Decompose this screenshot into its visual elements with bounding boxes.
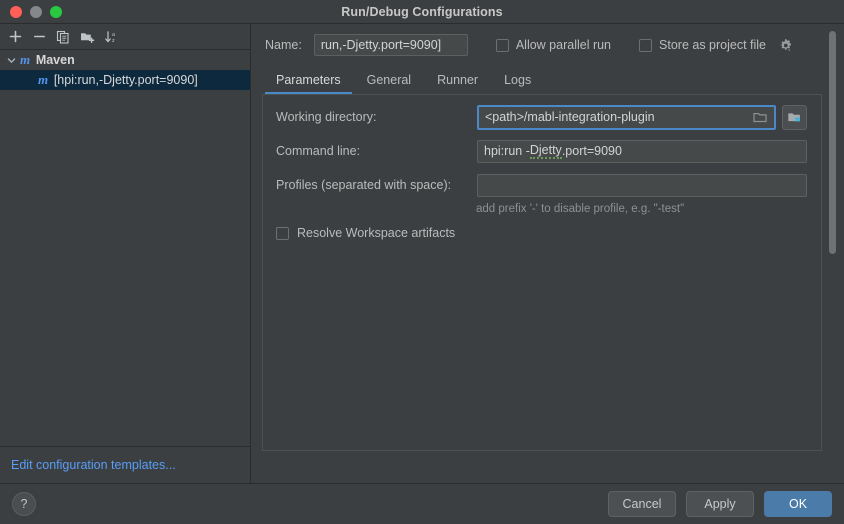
edit-configuration-templates-link[interactable]: Edit configuration templates... — [11, 458, 176, 472]
title-bar: Run/Debug Configurations — [0, 0, 844, 24]
name-label: Name: — [265, 38, 302, 52]
profiles-row: Profiles (separated with space): — [263, 168, 821, 202]
working-directory-row: Working directory: <path>/mabl-integrati… — [263, 100, 821, 134]
command-line-row: Command line: hpi:run - Djetty .port=9090 — [263, 134, 821, 168]
profiles-hint: add prefix '-' to disable profile, e.g. … — [476, 203, 685, 215]
store-as-project-file-row[interactable]: Store as project file — [639, 38, 792, 52]
configurations-toolbar: a z — [0, 24, 250, 50]
module-folder-icon — [788, 112, 800, 121]
configuration-editor-panel: Name: Allow parallel run Store as projec… — [251, 24, 844, 483]
tree-group-maven[interactable]: m Maven — [0, 50, 250, 70]
window-title: Run/Debug Configurations — [341, 4, 503, 19]
allow-parallel-run-row[interactable]: Allow parallel run — [495, 38, 612, 52]
new-folder-icon — [80, 32, 94, 43]
maven-icon: m — [20, 52, 30, 67]
command-line-value-prefix: hpi:run - — [484, 144, 530, 158]
tab-parameters[interactable]: Parameters — [263, 73, 354, 94]
copy-icon — [56, 30, 69, 44]
cancel-button[interactable]: Cancel — [608, 491, 676, 517]
working-directory-label: Working directory: — [276, 110, 377, 124]
command-line-field-wrap: hpi:run - Djetty .port=9090 — [477, 139, 807, 163]
tab-runner[interactable]: Runner — [424, 73, 491, 94]
store-as-project-file-label: Store as project file — [659, 38, 767, 52]
store-as-project-file-checkbox[interactable] — [639, 38, 653, 52]
command-line-value-suffix: .port=9090 — [561, 144, 622, 158]
sort-alphabetical-icon: a z — [104, 30, 115, 44]
dialog-footer: ? Cancel Apply OK — [0, 483, 844, 524]
working-directory-browse-button[interactable] — [747, 111, 768, 124]
working-directory-input[interactable]: <path>/mabl-integration-plugin — [477, 104, 776, 130]
tree-item-hpi-run[interactable]: m [hpi:run,-Djetty.port=9090] — [0, 70, 250, 90]
window-controls — [0, 5, 62, 18]
tree-item-label: [hpi:run,-Djetty.port=9090] — [53, 73, 198, 87]
name-row: Name: Allow parallel run Store as projec… — [251, 24, 844, 66]
tab-logs[interactable]: Logs — [491, 73, 544, 94]
help-button[interactable]: ? — [12, 492, 36, 516]
folder-open-icon — [753, 112, 767, 122]
command-line-input[interactable]: hpi:run - Djetty .port=9090 — [477, 139, 807, 163]
configurations-panel: a z m Maven m [hpi:run,-Djetty.port=9090… — [0, 24, 251, 483]
profiles-field-wrap — [477, 173, 807, 197]
parameters-panel: Working directory: <path>/mabl-integrati… — [262, 94, 822, 451]
resolve-workspace-artifacts-row[interactable]: Resolve Workspace artifacts — [263, 215, 821, 240]
remove-configuration-button[interactable] — [28, 26, 50, 47]
command-line-misspelled-token: Djetty — [529, 143, 562, 159]
add-configuration-button[interactable] — [4, 26, 26, 47]
chevron-down-icon[interactable] — [4, 56, 18, 65]
tab-general[interactable]: General — [354, 73, 424, 94]
run-debug-configurations-dialog: Run/Debug Configurations a z m Maven m [… — [0, 0, 844, 524]
gear-icon — [780, 39, 792, 51]
working-directory-field-wrap: <path>/mabl-integration-plugin — [477, 104, 807, 130]
working-directory-macro-button[interactable] — [782, 104, 807, 130]
profiles-label: Profiles (separated with space): — [276, 178, 452, 192]
configurations-tree[interactable]: m Maven m [hpi:run,-Djetty.port=9090] — [0, 50, 250, 446]
dialog-body: a z m Maven m [hpi:run,-Djetty.port=9090… — [0, 24, 844, 483]
sort-configurations-button[interactable]: a z — [100, 26, 122, 47]
new-folder-button[interactable] — [76, 26, 98, 47]
editor-scrollbar[interactable] — [829, 31, 836, 473]
svg-text:z: z — [112, 38, 115, 44]
apply-button[interactable]: Apply — [686, 491, 754, 517]
configurations-footer: Edit configuration templates... — [0, 446, 250, 483]
maximize-window-button[interactable] — [50, 5, 62, 18]
allow-parallel-run-label: Allow parallel run — [515, 38, 612, 52]
copy-configuration-button[interactable] — [52, 26, 74, 47]
minus-icon — [33, 35, 45, 38]
ok-button[interactable]: OK — [764, 491, 832, 517]
editor-tabs[interactable]: Parameters General Runner Logs — [251, 66, 844, 94]
allow-parallel-run-checkbox[interactable] — [495, 38, 509, 52]
name-input[interactable] — [313, 34, 468, 56]
maven-icon: m — [38, 72, 48, 87]
command-line-label: Command line: — [276, 144, 361, 158]
resolve-workspace-artifacts-checkbox[interactable] — [276, 226, 289, 240]
minimize-window-button[interactable] — [30, 5, 42, 18]
working-directory-value: <path>/mabl-integration-plugin — [485, 110, 655, 124]
plus-icon — [9, 30, 21, 43]
resolve-workspace-artifacts-label: Resolve Workspace artifacts — [297, 226, 456, 240]
tree-group-label: Maven — [35, 53, 75, 67]
editor-scrollbar-thumb[interactable] — [829, 31, 836, 254]
close-window-button[interactable] — [10, 5, 22, 18]
project-file-settings-button[interactable] — [779, 38, 792, 52]
profiles-input[interactable] — [477, 173, 807, 197]
